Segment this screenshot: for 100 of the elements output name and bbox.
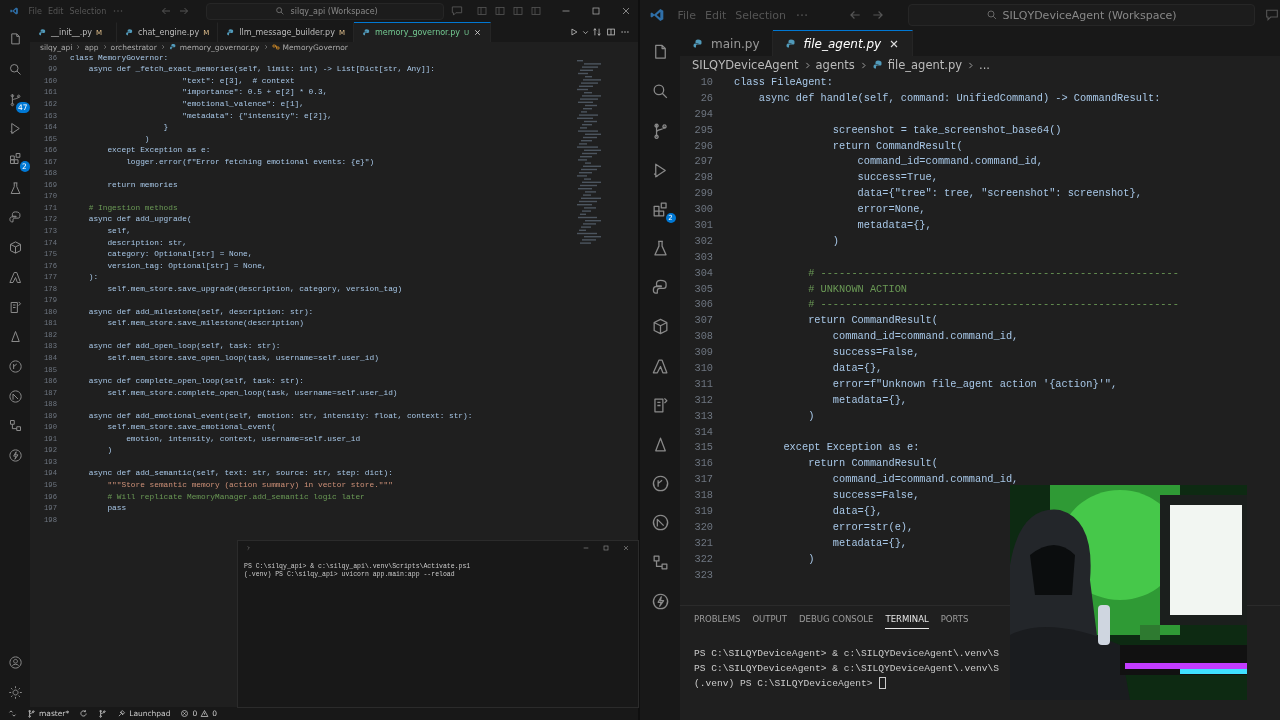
split-editor-icon[interactable] [606, 27, 616, 37]
python-file-icon [784, 37, 797, 50]
line-number: 308 [693, 330, 713, 343]
line-number: 296 [693, 139, 713, 152]
python-file-icon [226, 28, 236, 37]
panel-tab[interactable]: OUTPUT [752, 613, 788, 629]
code-line: success=True, [856, 171, 938, 184]
panel-tab[interactable]: PORTS [940, 613, 969, 629]
snake-icon[interactable] [7, 210, 23, 226]
notebook-icon[interactable] [7, 299, 23, 315]
line-number: 299 [693, 187, 713, 200]
flask-icon[interactable] [7, 180, 23, 196]
line-number: 10 [699, 75, 713, 88]
search-field[interactable]: SILQYDeviceAgent (Workspace) [907, 4, 1255, 26]
chevron-icon [101, 44, 108, 50]
account-icon[interactable] [7, 654, 23, 670]
lightning-icon[interactable] [650, 591, 670, 611]
line-number: 317 [693, 473, 713, 486]
extensions-icon[interactable] [7, 151, 23, 167]
line-number: 306 [693, 298, 713, 311]
rocket-icon [117, 709, 127, 718]
triangle-icon[interactable] [7, 269, 23, 285]
tree-icon[interactable] [7, 418, 23, 434]
line-number: 323 [693, 568, 713, 581]
line-number: 313 [693, 409, 713, 422]
app-logo-icon [10, 5, 19, 17]
code-line: metadata={}, [856, 218, 932, 231]
breadcrumb-item[interactable]: agents [815, 58, 855, 72]
code-line: return CommandResult( [831, 139, 963, 152]
line-number: 312 [693, 393, 713, 406]
terminal-line: PS C:\SILQYDeviceAgent> & c:\SILQYDeviceAgent\.venv\S [694, 662, 1000, 674]
breadcrumb-item[interactable]: SILQYDeviceAgent [692, 58, 799, 72]
compare-icon[interactable] [592, 27, 602, 37]
code-line: success=False, [831, 489, 920, 502]
code-line: # ---------------------------------------------------------- [807, 298, 1179, 311]
settings-icon[interactable] [7, 684, 23, 700]
text-cursor [879, 677, 887, 689]
code-line: data={"tree": tree, "screenshot": screenshot}, [856, 187, 1142, 200]
code-line: command_id=command.command_id, [856, 155, 1043, 168]
line-number: 297 [693, 155, 713, 168]
breadcrumb-item[interactable]: ... [979, 58, 990, 72]
panel-tab[interactable]: DEBUG CONSOLE [799, 613, 874, 629]
chevron-icon [262, 44, 269, 50]
code-line: command_id=command.command_id, [831, 330, 1019, 343]
python-file-icon [692, 37, 704, 50]
error-icon [180, 709, 190, 718]
python-file-icon [871, 59, 884, 71]
python-file-icon [125, 28, 134, 37]
lightning-icon[interactable] [7, 447, 23, 463]
code-line: command_id=command.command_id, [831, 473, 1019, 486]
chevron-icon [966, 60, 975, 70]
terminal-line: (.venv) PS C:\SILQYDeviceAgent> [694, 677, 873, 689]
code-line: error=f"Unknown file_agent action '{action}'", [831, 377, 1118, 390]
line-number: 321 [693, 536, 713, 549]
cube-icon[interactable] [7, 240, 23, 256]
breadcrumb-item[interactable]: file_agent.py [887, 58, 962, 72]
chevron-icon [75, 44, 82, 50]
code-line: screenshot = take_screenshot_base64() [831, 123, 1062, 136]
search-field[interactable]: silqy_api (Workspace) [206, 2, 444, 20]
line-number: 294 [693, 107, 713, 120]
code-line: ) [807, 409, 815, 422]
maximize-icon[interactable] [602, 544, 610, 552]
sync-icon[interactable] [79, 709, 89, 718]
run-debug-icon[interactable] [7, 121, 23, 137]
code-line: ) [807, 552, 815, 565]
code-line: metadata={}, [831, 536, 908, 549]
code-line: # UNKNOWN ACTION [807, 282, 908, 295]
editor-tab[interactable]: file_agent.py [772, 30, 914, 56]
run-icon[interactable] [569, 27, 579, 37]
line-number: 320 [693, 520, 713, 533]
python-file-icon [361, 28, 371, 37]
line-number: 311 [693, 377, 713, 390]
code-line: data={}, [831, 505, 883, 517]
line-number: 316 [693, 457, 713, 470]
line-number: 302 [693, 234, 713, 247]
code-line: return CommandResult( [807, 314, 938, 327]
class-symbol-icon [271, 43, 280, 51]
line-number: 304 [693, 266, 713, 279]
line-number: 319 [693, 505, 713, 517]
line-number: 309 [693, 346, 713, 359]
line-number: 300 [693, 203, 713, 216]
line-number: 305 [693, 282, 713, 295]
code-line: except Exception as e: [782, 441, 920, 454]
panel-tab[interactable]: TERMINAL [885, 613, 929, 629]
line-number: 318 [693, 489, 713, 502]
code-line: error=None, [856, 203, 926, 216]
search-icon [274, 6, 285, 16]
line-number: 298 [693, 171, 713, 184]
maximize-icon[interactable] [590, 5, 602, 17]
close-icon[interactable] [620, 5, 632, 17]
close-icon[interactable] [473, 28, 483, 37]
search-icon [986, 9, 999, 21]
app-logo-icon [650, 7, 665, 23]
code-line: metadata={}, [831, 393, 908, 406]
line-number: 314 [693, 425, 713, 438]
warning-icon [200, 709, 210, 718]
python-file-icon [38, 28, 47, 37]
line-number: 310 [693, 361, 713, 374]
code-line: # ---------------------------------------------------------- [807, 266, 1179, 279]
panel-tab[interactable]: PROBLEMS [694, 613, 741, 629]
